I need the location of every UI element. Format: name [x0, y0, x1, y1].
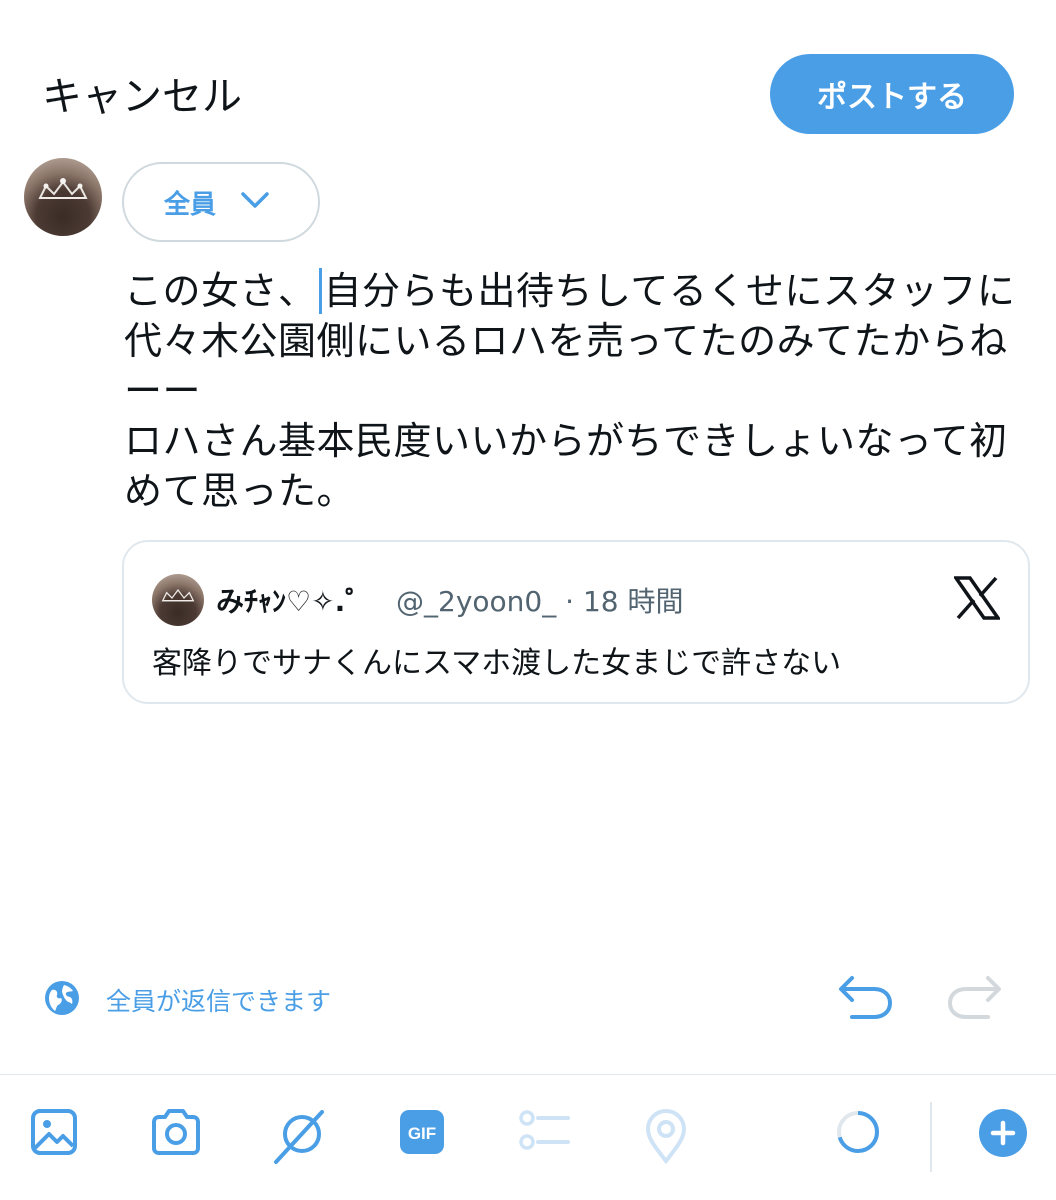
- redo-button[interactable]: [944, 972, 1004, 1030]
- gif-icon[interactable]: GIF: [398, 1108, 446, 1160]
- reply-setting-label: 全員が返信できます: [106, 987, 332, 1016]
- undo-button[interactable]: [836, 972, 896, 1030]
- post-button-label: ポストする: [817, 80, 967, 115]
- location-icon: [644, 1108, 688, 1168]
- post-text-before-cursor: この女さ、: [124, 269, 317, 313]
- quoted-post-avatar: [152, 574, 204, 626]
- reply-setting[interactable]: 全員が返信できます: [44, 980, 331, 1020]
- audience-label: 全員: [164, 189, 217, 220]
- quoted-post-meta: @_2yoon0_ · 18 時間: [396, 580, 683, 620]
- quoted-post-separator: ·: [565, 585, 575, 618]
- cancel-button[interactable]: キャンセル: [42, 64, 242, 122]
- post-text-input[interactable]: この女さ、 自分らも出待ちしてるくせにスタッフに代々木公園側にいるロハを売ってたの…: [124, 266, 1036, 516]
- quoted-post-text: 客降りでサナくんにスマホ渡した女まじで許さない: [152, 646, 842, 681]
- quoted-post-handle: @_2yoon0_: [396, 585, 557, 618]
- toolbar-separator: [930, 1102, 932, 1172]
- quoted-post-display-name: みﾁｬﾝ♡✧.゜: [216, 585, 374, 618]
- globe-icon: [44, 980, 80, 1020]
- quoted-post-card[interactable]: みﾁｬﾝ♡✧.゜ @_2yoon0_ · 18 時間 客降りでサナくんにスマホ渡…: [122, 540, 1030, 704]
- text-cursor: [318, 268, 322, 314]
- add-post-icon[interactable]: [978, 1108, 1028, 1162]
- post-button[interactable]: ポストする: [770, 54, 1014, 134]
- avatar[interactable]: [24, 158, 102, 236]
- toolbar-divider: [0, 1074, 1056, 1075]
- poll-icon: [518, 1108, 570, 1158]
- audience-selector[interactable]: 全員: [122, 162, 320, 242]
- x-logo-icon: [952, 576, 1002, 624]
- quoted-post-time: 18 時間: [582, 585, 684, 618]
- chevron-down-icon: [240, 187, 270, 217]
- image-icon[interactable]: [30, 1108, 78, 1160]
- redo-icon: [947, 976, 1001, 1019]
- char-count-ring-icon: [834, 1108, 882, 1160]
- crown-graphic: [38, 178, 88, 199]
- gif-icon-label: GIF: [408, 1124, 436, 1143]
- grok-icon[interactable]: [274, 1108, 326, 1168]
- camera-icon[interactable]: [150, 1108, 202, 1160]
- undo-icon: [839, 976, 893, 1019]
